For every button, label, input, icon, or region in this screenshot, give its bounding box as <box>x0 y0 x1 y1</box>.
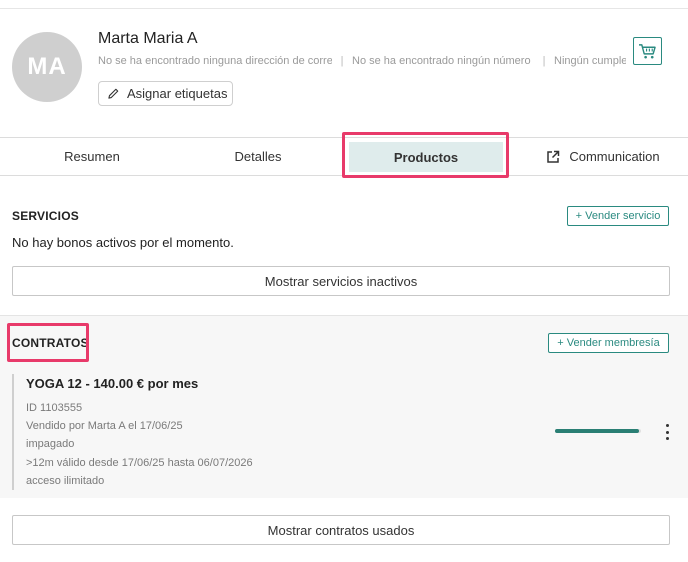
contract-status: impagado <box>26 438 75 450</box>
sell-service-button[interactable]: + Vender servicio <box>567 206 669 226</box>
tab-productos[interactable]: Productos <box>349 142 503 172</box>
kebab-dot <box>665 430 669 434</box>
meta-separator: | <box>542 55 546 67</box>
more-vertical-icon[interactable] <box>661 424 673 440</box>
contracts-title: CONTRATOS <box>12 336 89 350</box>
contract-validity: >12m válido desde 17/06/25 hasta 06/07/2… <box>26 457 253 469</box>
email-meta: No se ha encontrado ninguna dirección de… <box>98 55 332 67</box>
tab-resumen[interactable]: Resumen <box>0 138 184 175</box>
contact-meta: No se ha encontrado ninguna dirección de… <box>98 53 626 69</box>
contract-progress-fill <box>555 429 640 433</box>
external-link-icon <box>547 150 560 163</box>
sell-membership-button[interactable]: + Vender membresía <box>548 333 669 353</box>
shopping-cart-icon <box>639 43 656 58</box>
avatar: MA <box>12 32 82 102</box>
kebab-dot <box>665 437 669 440</box>
kebab-dot <box>665 424 669 427</box>
services-empty-message: No hay bonos activos por el momento. <box>12 235 234 250</box>
tab-detalles[interactable]: Detalles <box>172 138 344 175</box>
tabs-bar: Resumen Detalles Productos Communication <box>0 137 688 176</box>
pencil-icon <box>108 88 119 99</box>
birthday-meta: Ningún cumpleaños <box>554 55 626 67</box>
meta-separator: | <box>340 55 344 67</box>
contract-progress-bar <box>555 429 641 433</box>
show-inactive-services-button[interactable]: Mostrar servicios inactivos <box>12 266 670 296</box>
show-used-contracts-button[interactable]: Mostrar contratos usados <box>12 515 670 545</box>
assign-tags-button[interactable]: Asignar etiquetas <box>98 81 233 106</box>
phone-meta: No se ha encontrado ningún número de tel… <box>352 55 534 67</box>
contract-sold-by: Vendido por Marta A el 17/06/25 <box>26 420 183 432</box>
contract-access: acceso ilimitado <box>26 475 105 487</box>
contract-title: YOGA 12 - 140.00 € por mes <box>26 376 199 391</box>
assign-tags-label: Asignar etiquetas <box>127 86 228 101</box>
tab-communication[interactable]: Communication <box>518 138 688 175</box>
services-title: SERVICIOS <box>12 209 79 223</box>
cart-button[interactable] <box>633 37 662 65</box>
member-name: Marta Maria A <box>98 30 198 47</box>
contract-id: ID 1103555 <box>26 402 83 414</box>
tab-communication-label: Communication <box>569 149 660 164</box>
top-divider <box>0 8 688 9</box>
